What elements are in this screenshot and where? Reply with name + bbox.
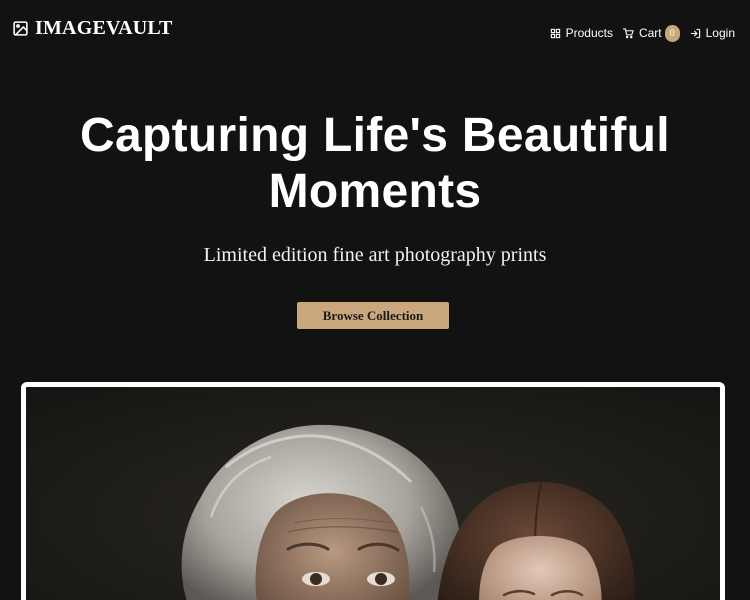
- hero-title-line-1: Capturing Life's Beautiful: [80, 109, 670, 162]
- top-navbar: IMAGEVAULT Products Cart 0 Login: [0, 0, 750, 64]
- nav-item-products[interactable]: Products: [550, 24, 613, 42]
- nav-item-login-label: Login: [705, 26, 735, 40]
- cart-count-badge: 0: [664, 24, 680, 42]
- nav-item-cart[interactable]: Cart 0: [622, 24, 680, 42]
- hero-title: Capturing Life's Beautiful Moments: [0, 108, 750, 220]
- nav-item-cart-label: Cart: [638, 26, 662, 40]
- hero-title-line-2: Moments: [268, 165, 482, 218]
- login-icon: [690, 28, 700, 38]
- nav-links: Products Cart 0 Login: [550, 24, 735, 42]
- cart-icon: [622, 27, 634, 38]
- featured-portrait-image[interactable]: [26, 387, 720, 600]
- nav-item-login[interactable]: Login: [690, 24, 735, 42]
- image-icon: [13, 20, 28, 36]
- featured-photo-frame: [21, 382, 725, 600]
- hero-subtitle: Limited edition fine art photography pri…: [203, 244, 547, 266]
- nav-item-products-label: Products: [565, 26, 613, 40]
- brand-name: IMAGEVAULT: [35, 17, 173, 39]
- browse-collection-button[interactable]: Browse Collection: [297, 302, 449, 329]
- brand-logo-link[interactable]: IMAGEVAULT: [12, 16, 173, 40]
- grid-icon: [550, 28, 560, 38]
